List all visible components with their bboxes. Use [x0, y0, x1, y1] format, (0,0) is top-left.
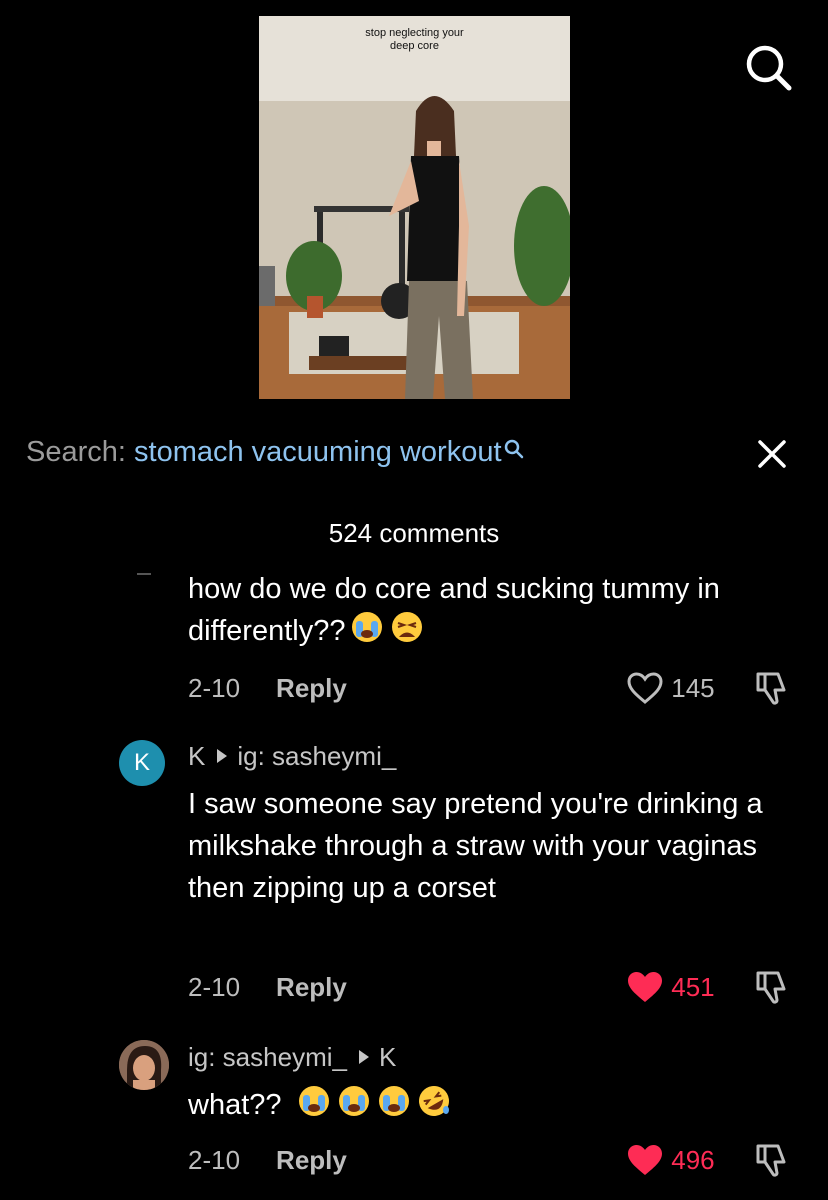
like-button[interactable]: 496	[626, 1142, 715, 1177]
comment-author[interactable]: ig: sasheymi_	[188, 1042, 347, 1072]
like-count: 145	[671, 673, 715, 704]
comment-text: I saw someone say pretend you're drinkin…	[188, 788, 763, 904]
small-search-icon	[504, 439, 523, 459]
comment-author-line: ig: sasheymi_ K	[188, 1041, 396, 1073]
like-count: 451	[671, 972, 715, 1003]
dislike-icon[interactable]	[751, 967, 791, 1012]
video-frame-image	[259, 16, 570, 399]
search-suggestion-bar[interactable]: Search: stomach vacuuming workout	[26, 433, 524, 471]
loudly-crying-face-icon	[349, 610, 385, 656]
comment-meta: 2-10 Reply	[188, 1144, 347, 1176]
video-caption-line-1: stop neglecting your	[365, 27, 464, 39]
reply-button[interactable]: Reply	[276, 672, 347, 704]
comment-date: 2-10	[188, 673, 241, 703]
loudly-crying-face-icon	[336, 1084, 372, 1130]
heart-filled-icon	[628, 1145, 662, 1176]
comment-date: 2-10	[188, 1145, 241, 1175]
loudly-crying-face-icon	[296, 1084, 332, 1130]
comment-author-line: Kig: sasheymi_	[188, 740, 396, 772]
collapsed-reply-line	[137, 573, 151, 575]
weary-face-icon	[389, 610, 425, 656]
search-label: Search:	[26, 436, 126, 468]
dislike-icon[interactable]	[751, 668, 791, 713]
comment-date: 2-10	[188, 972, 241, 1002]
like-button[interactable]: 145	[626, 670, 715, 705]
video-thumbnail[interactable]: stop neglecting your deep core	[259, 16, 570, 399]
reply-button[interactable]: Reply	[276, 971, 347, 1003]
heart-filled-icon	[628, 972, 662, 1003]
reply-arrow-icon	[358, 1050, 369, 1064]
rolling-on-floor-laughing-icon	[416, 1084, 452, 1130]
comment-text: what??	[188, 1084, 818, 1130]
comment-author[interactable]: K	[188, 741, 205, 771]
avatar[interactable]: K	[119, 740, 165, 786]
reply-button[interactable]: Reply	[276, 1144, 347, 1176]
comments-count: 524 comments	[328, 518, 500, 548]
like-button[interactable]: 451	[626, 969, 715, 1004]
heart-outline-icon	[627, 672, 663, 705]
video-caption-line-2: deep core	[390, 40, 439, 52]
like-count: 496	[671, 1145, 715, 1176]
comment-meta: 2-10 Reply	[188, 672, 347, 704]
reply-to-user[interactable]: ig: sasheymi_	[237, 741, 396, 771]
close-icon[interactable]	[752, 434, 792, 474]
dislike-icon[interactable]	[751, 1140, 791, 1185]
comment-text: how do we do core and sucking tummy in d…	[188, 568, 818, 656]
reply-arrow-icon	[217, 749, 228, 763]
avatar[interactable]	[119, 1040, 169, 1090]
reply-to-user[interactable]: K	[379, 1042, 396, 1072]
loudly-crying-face-icon	[376, 1084, 412, 1130]
search-icon[interactable]	[743, 42, 795, 94]
comment-meta: 2-10 Reply	[188, 971, 347, 1003]
search-query[interactable]: stomach vacuuming workout	[134, 436, 502, 468]
